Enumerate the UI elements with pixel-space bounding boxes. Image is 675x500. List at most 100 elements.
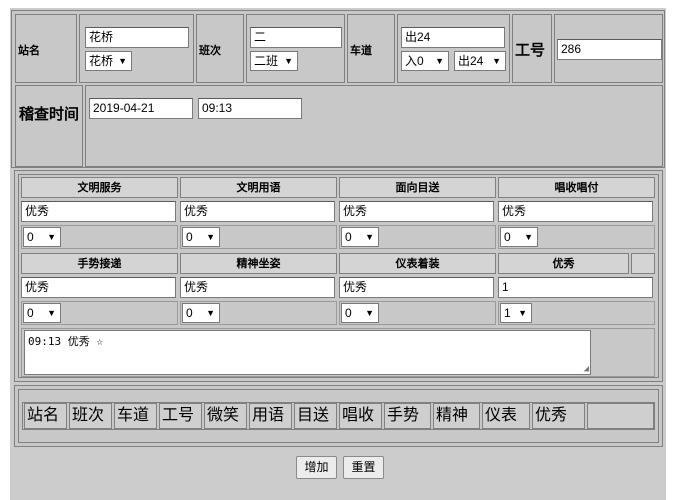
summary-tag: 工号 <box>159 403 202 429</box>
score-select[interactable]: 0 ▼ <box>341 303 379 323</box>
shift-label: 班次 <box>199 44 221 57</box>
inspect-date-input[interactable]: 2019-04-21 <box>89 98 193 119</box>
page-panel: 站名 花桥 花桥 ▼ 班次 二 二班 ▼ 车道 出24 入0 ▼ 出24 ▼ 工… <box>10 8 666 500</box>
lane-label: 车道 <box>350 44 372 57</box>
score-select-cell: 0 ▼ <box>180 301 337 325</box>
score-select-cell: 0 ▼ <box>498 225 655 249</box>
score-value-input[interactable]: 优秀 <box>339 277 494 298</box>
reset-button[interactable]: 重置 <box>343 456 384 479</box>
summary-tag-empty <box>587 403 654 429</box>
score-select-cell: 0 ▼ <box>21 301 178 325</box>
shift-select-value: 二班 <box>254 54 279 68</box>
score-select-value: 0 <box>504 230 511 244</box>
summary-tag: 车道 <box>114 403 157 429</box>
lane-input-cell: 出24 入0 ▼ 出24 ▼ <box>397 14 510 83</box>
caret-down-icon: ▼ <box>47 232 56 242</box>
shift-label-cell: 班次 <box>196 14 244 83</box>
lane-direction-value: 入0 <box>405 54 424 68</box>
caret-down-icon: ▼ <box>524 232 533 242</box>
score-value-input[interactable]: 优秀 <box>180 277 335 298</box>
lane-direction-select[interactable]: 入0 ▼ <box>401 51 449 71</box>
score-select-value: 0 <box>186 306 193 320</box>
caret-down-icon: ▼ <box>518 308 527 318</box>
score-select-value: 1 <box>504 306 511 320</box>
caret-down-icon: ▼ <box>435 56 444 66</box>
caret-down-icon: ▼ <box>206 308 215 318</box>
worker-id-label: 工号 <box>515 41 546 59</box>
score-select-cell: 0 ▼ <box>339 225 496 249</box>
shift-input[interactable]: 二 <box>250 27 342 48</box>
score-header-extra <box>631 253 655 274</box>
score-select[interactable]: 0 ▼ <box>23 303 61 323</box>
score-select[interactable]: 1 ▼ <box>500 303 532 323</box>
station-select-value: 花桥 <box>89 54 114 68</box>
score-header: 唱收唱付 <box>498 177 655 198</box>
resize-grip-icon[interactable]: ◢ <box>584 365 589 374</box>
score-select[interactable]: 0 ▼ <box>341 227 379 247</box>
score-select-cell: 0 ▼ <box>180 225 337 249</box>
inspect-time-label: 稽查时间 <box>19 105 80 123</box>
note-text: 09:13 优秀 ☆ <box>28 335 103 348</box>
score-value-input[interactable]: 优秀 <box>180 201 335 222</box>
caret-down-icon: ▼ <box>118 56 127 66</box>
score-header: 面向目送 <box>339 177 496 198</box>
summary-tag: 微笑 <box>204 403 247 429</box>
note-textarea[interactable]: 09:13 优秀 ☆ ◢ <box>24 330 591 375</box>
caret-down-icon: ▼ <box>47 308 56 318</box>
score-value-input[interactable]: 优秀 <box>21 277 176 298</box>
worker-id-input-cell: 286 <box>554 14 663 83</box>
station-input[interactable]: 花桥 <box>85 27 189 48</box>
station-input-cell: 花桥 花桥 ▼ <box>79 14 194 83</box>
note-cell: 09:13 优秀 ☆ ◢ <box>21 328 655 377</box>
summary-tag: 班次 <box>69 403 112 429</box>
inspect-time-input[interactable]: 09:13 <box>198 98 302 119</box>
score-select[interactable]: 0 ▼ <box>182 227 220 247</box>
score-select-value: 0 <box>345 230 352 244</box>
score-header: 手势接递 <box>21 253 178 274</box>
score-select-value: 0 <box>27 306 34 320</box>
score-select[interactable]: 0 ▼ <box>23 227 61 247</box>
summary-tag: 手势 <box>384 403 431 429</box>
station-label-cell: 站名 <box>15 14 77 83</box>
worker-id-input[interactable]: 286 <box>557 39 662 60</box>
scores-table: 文明服务 文明用语 面向目送 唱收唱付 优秀 优秀 优秀 优秀 0 ▼ 0 ▼ 0 ▼… <box>14 170 663 382</box>
score-select-value: 0 <box>186 230 193 244</box>
score-select-cell: 0 ▼ <box>339 301 496 325</box>
lane-input[interactable]: 出24 <box>401 27 505 48</box>
score-header: 文明用语 <box>180 177 337 198</box>
summary-tag: 站名 <box>24 403 67 429</box>
score-value-input[interactable]: 优秀 <box>498 201 653 222</box>
summary-inner: 站名 班次 车道 工号 微笑 用语 目送 唱收 手势 精神 仪表 优秀 <box>18 389 659 443</box>
station-select[interactable]: 花桥 ▼ <box>85 51 132 71</box>
score-select[interactable]: 0 ▼ <box>182 303 220 323</box>
score-value-input[interactable]: 1 <box>498 277 653 298</box>
summary-tag: 唱收 <box>339 403 382 429</box>
shift-select[interactable]: 二班 ▼ <box>250 51 298 71</box>
worker-id-label-cell: 工号 <box>512 14 552 83</box>
add-button[interactable]: 增加 <box>296 456 337 479</box>
summary-tag: 仪表 <box>482 403 530 429</box>
score-value-input[interactable]: 优秀 <box>21 201 176 222</box>
caret-down-icon: ▼ <box>206 232 215 242</box>
lane-number-value: 出24 <box>458 54 484 68</box>
score-select[interactable]: 0 ▼ <box>500 227 538 247</box>
shift-input-cell: 二 二班 ▼ <box>246 14 345 83</box>
summary-table: 站名 班次 车道 工号 微笑 用语 目送 唱收 手势 精神 仪表 优秀 <box>14 385 663 447</box>
caret-down-icon: ▼ <box>365 232 374 242</box>
caret-down-icon: ▼ <box>284 56 293 66</box>
score-header: 仪表着装 <box>339 253 496 274</box>
score-header: 优秀 <box>498 253 629 274</box>
scores-inner: 文明服务 文明用语 面向目送 唱收唱付 优秀 优秀 优秀 优秀 0 ▼ 0 ▼ 0 ▼… <box>18 174 659 378</box>
summary-tag: 目送 <box>294 403 337 429</box>
score-value-input[interactable]: 优秀 <box>339 201 494 222</box>
score-select-cell: 0 ▼ <box>21 225 178 249</box>
summary-tag: 用语 <box>249 403 292 429</box>
inspect-time-label-cell: 稽查时间 <box>15 85 83 167</box>
lane-number-select[interactable]: 出24 ▼ <box>454 51 506 71</box>
summary-tag: 精神 <box>433 403 480 429</box>
summary-tag: 优秀 <box>532 403 585 429</box>
inspect-time-input-cell: 2019-04-21 09:13 <box>85 85 663 167</box>
score-header: 精神坐姿 <box>180 253 337 274</box>
lane-label-cell: 车道 <box>347 14 395 83</box>
caret-down-icon: ▼ <box>492 56 501 66</box>
